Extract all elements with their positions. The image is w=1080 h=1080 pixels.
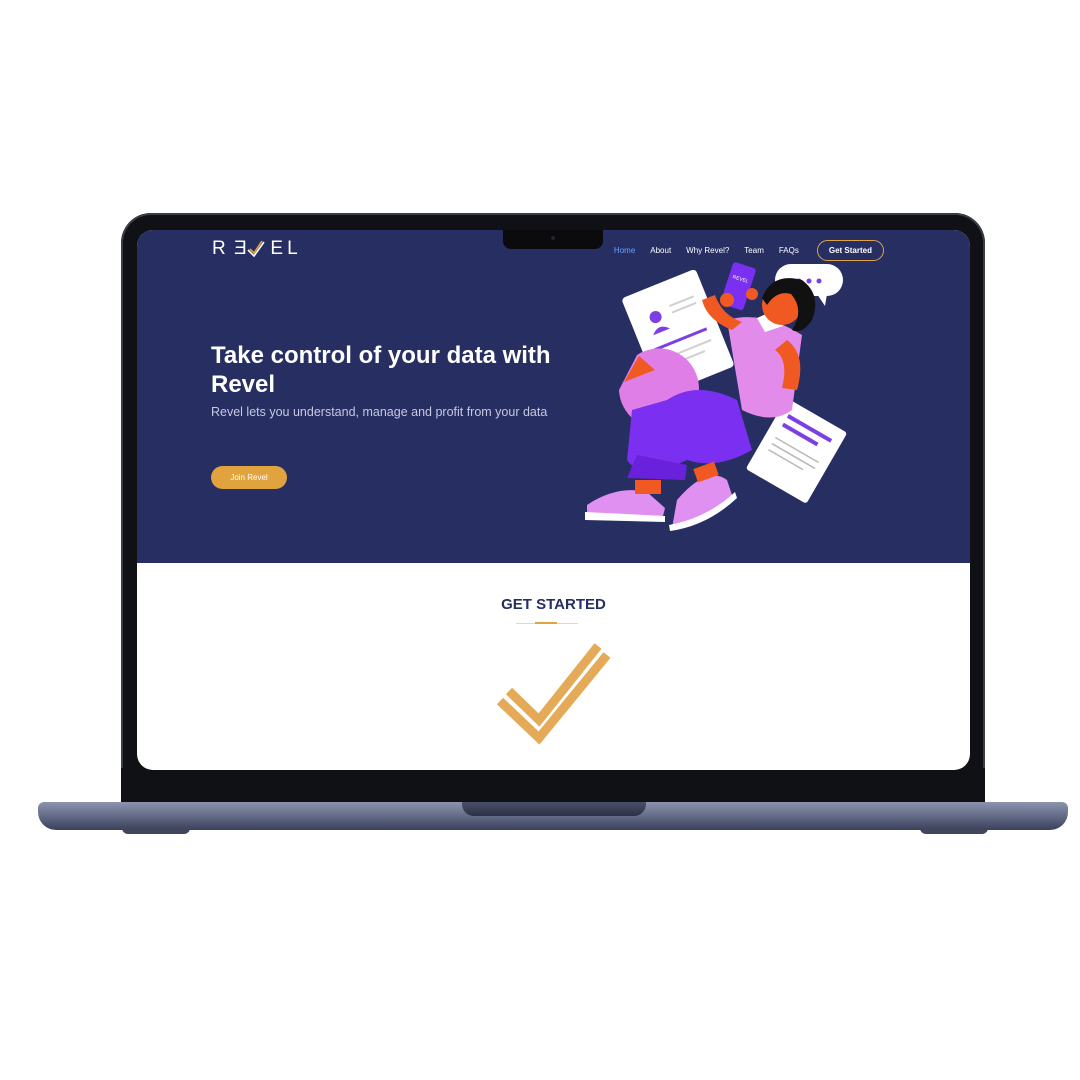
main-nav: Home About Why Revel? Team FAQs Get Star… bbox=[614, 240, 884, 261]
nav-why-revel[interactable]: Why Revel? bbox=[686, 246, 729, 255]
laptop-screen: R E E L Home About Why Revel? Team FAQs … bbox=[137, 230, 970, 770]
get-started-nav-button[interactable]: Get Started bbox=[816, 240, 884, 261]
logo-letter: E bbox=[229, 238, 247, 259]
nav-about[interactable]: About bbox=[650, 246, 671, 255]
laptop-foot bbox=[122, 828, 190, 834]
nav-faqs[interactable]: FAQs bbox=[779, 246, 799, 255]
logo-letter: E bbox=[270, 238, 288, 259]
check-icon bbox=[496, 643, 611, 745]
laptop-lower-bezel bbox=[121, 768, 985, 804]
hero-subtitle: Revel lets you understand, manage and pr… bbox=[211, 405, 548, 419]
join-revel-button[interactable]: Join Revel bbox=[211, 466, 287, 489]
nav-team[interactable]: Team bbox=[744, 246, 764, 255]
hero-section: R E E L Home About Why Revel? Team FAQs … bbox=[137, 230, 970, 563]
woman-with-phone-illustration: REVEL bbox=[585, 262, 847, 531]
hero-title: Take control of your data with Revel bbox=[211, 342, 551, 398]
logo-check-icon bbox=[247, 240, 266, 258]
nav-home[interactable]: Home bbox=[614, 246, 635, 255]
laptop-foot bbox=[920, 828, 988, 834]
revel-logo[interactable]: R E E L bbox=[212, 238, 302, 260]
logo-letter: R bbox=[212, 238, 230, 259]
logo-letter: L bbox=[287, 238, 302, 259]
laptop-hinge-notch bbox=[462, 802, 646, 816]
section-divider-accent bbox=[535, 622, 557, 624]
camera-notch bbox=[503, 230, 603, 249]
get-started-heading: GET STARTED bbox=[501, 596, 606, 613]
